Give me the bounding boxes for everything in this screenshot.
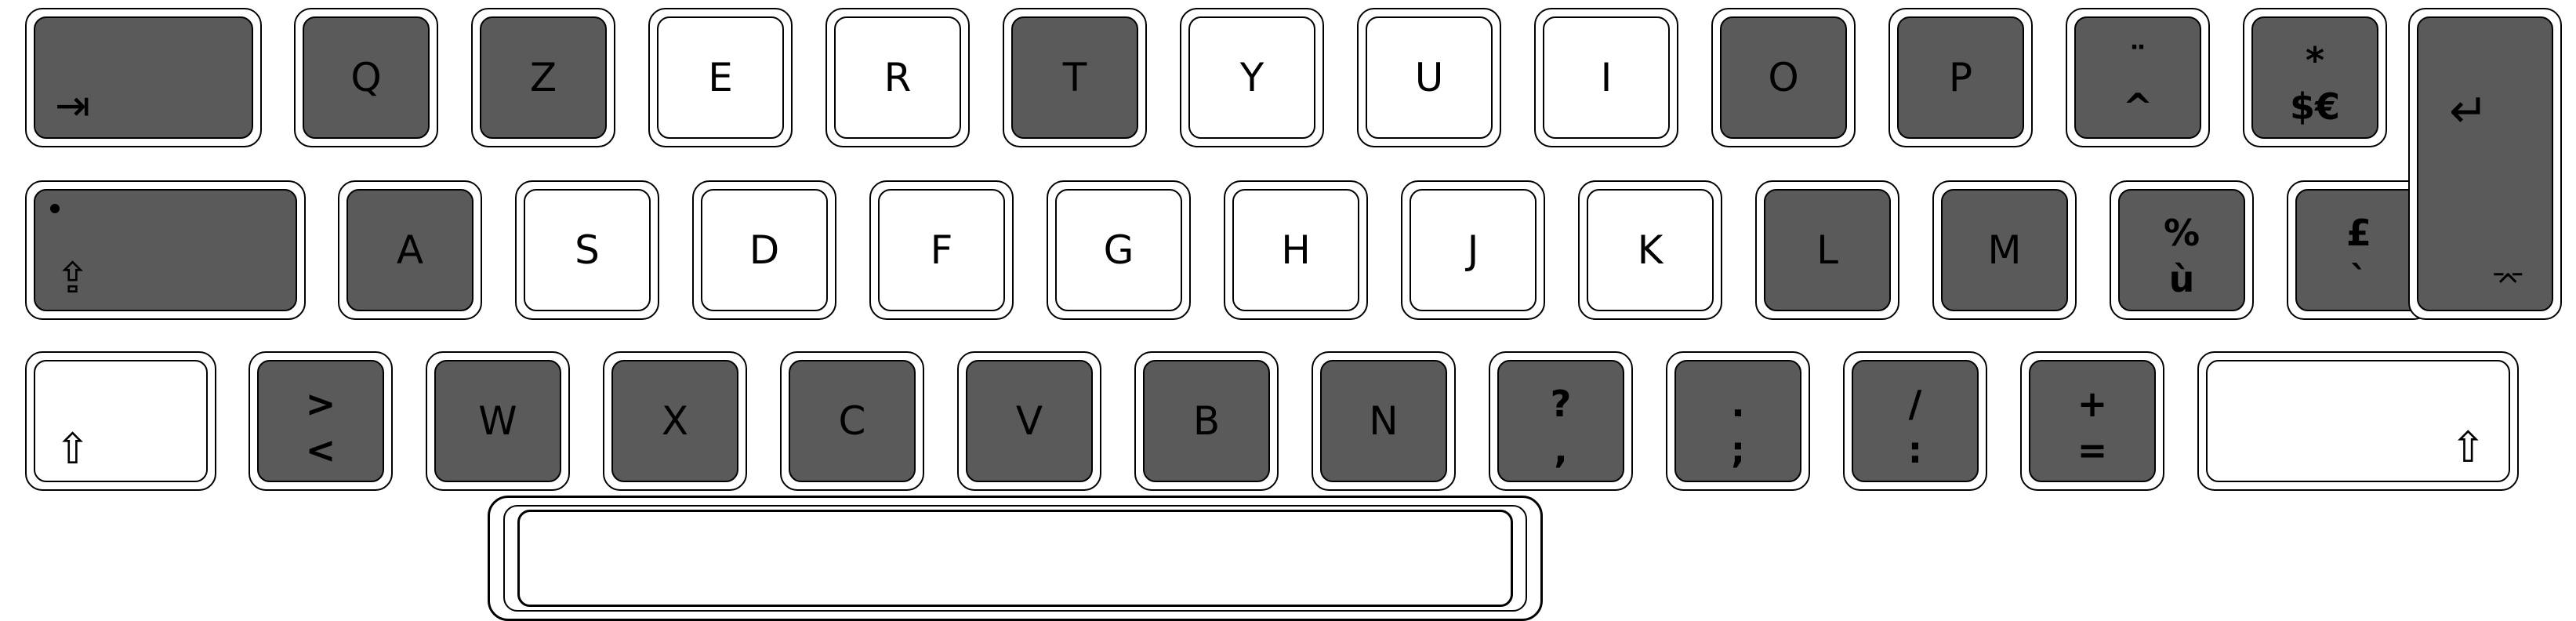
key-label: E xyxy=(708,55,733,100)
key-h[interactable]: H xyxy=(1224,180,1368,320)
key-w[interactable]: W xyxy=(426,351,570,491)
key-r[interactable]: R xyxy=(825,8,970,147)
key-label: J xyxy=(1467,227,1479,273)
key-slash[interactable]: /: xyxy=(1843,351,1987,491)
key-v[interactable]: V xyxy=(957,351,1101,491)
key-base-label: < xyxy=(305,429,336,472)
key-base-label: ^ xyxy=(2122,85,2153,129)
key-label: U xyxy=(1414,55,1444,100)
key-label: T xyxy=(1062,55,1087,100)
key-d[interactable]: D xyxy=(692,180,836,320)
key-p[interactable]: P xyxy=(1888,8,2033,147)
key-label: H xyxy=(1281,227,1311,273)
key-s[interactable]: S xyxy=(515,180,659,320)
key-label: D xyxy=(749,227,780,273)
tab-icon: ⇥ xyxy=(55,81,91,130)
key-shift-label: / xyxy=(1908,383,1922,426)
key-t[interactable]: T xyxy=(1003,8,1147,147)
key-label: M xyxy=(1987,227,2022,273)
key-label: Y xyxy=(1239,55,1264,100)
enter-icon: ⌤ xyxy=(2491,264,2524,296)
key-label: O xyxy=(1768,55,1799,100)
key-shift-label: + xyxy=(2077,383,2108,426)
key-label: Q xyxy=(350,55,382,100)
key-question[interactable]: ?, xyxy=(1489,351,1633,491)
key-label: G xyxy=(1103,227,1134,273)
key-a[interactable]: A xyxy=(338,180,482,320)
key-shift-label: ¨ xyxy=(2128,39,2147,82)
key-label: K xyxy=(1637,227,1664,273)
key-label: S xyxy=(575,227,600,273)
caps-lock-icon: ⇪ xyxy=(55,253,91,303)
key-e[interactable]: E xyxy=(648,8,793,147)
key-f[interactable]: F xyxy=(869,180,1014,320)
key-label: W xyxy=(478,398,517,444)
key-tab[interactable]: ⇥ xyxy=(25,8,262,147)
key-j[interactable]: J xyxy=(1401,180,1545,320)
key-shift-label: % xyxy=(2163,212,2200,255)
key-label: P xyxy=(1948,55,1973,100)
key-u[interactable]: U xyxy=(1357,8,1501,147)
key-plus[interactable]: + = xyxy=(2020,351,2164,491)
key-k[interactable]: K xyxy=(1578,180,1722,320)
key-l[interactable]: L xyxy=(1755,180,1899,320)
key-label: Z xyxy=(529,55,557,100)
key-ugrave[interactable]: % ù xyxy=(2110,180,2254,320)
key-label: I xyxy=(1600,55,1613,100)
shift-icon: ⇧ xyxy=(55,424,91,474)
key-shift-label: > xyxy=(305,383,336,426)
key-label: R xyxy=(883,55,912,100)
key-m[interactable]: M xyxy=(1932,180,2077,320)
key-base-label: = xyxy=(2077,429,2108,472)
key-lshift[interactable]: ⇧ xyxy=(25,351,216,491)
shift-icon: ⇧ xyxy=(2450,423,2486,472)
key-shift-label: * xyxy=(2305,39,2325,82)
key-i[interactable]: I xyxy=(1534,8,1678,147)
key-angle[interactable]: > < xyxy=(249,351,393,491)
key-g[interactable]: G xyxy=(1047,180,1191,320)
key-label: C xyxy=(838,398,866,444)
key-label: B xyxy=(1192,398,1221,444)
key-label: A xyxy=(396,227,424,273)
key-period[interactable]: .; xyxy=(1666,351,1810,491)
key-base-label: : xyxy=(1907,429,1923,472)
key-z[interactable]: Z xyxy=(471,8,615,147)
key-b[interactable]: B xyxy=(1134,351,1279,491)
key-base-label: , xyxy=(1554,429,1568,472)
key-label: V xyxy=(1015,398,1043,444)
return-icon: ↵ xyxy=(2449,84,2489,139)
key-shift-label: . xyxy=(1731,383,1745,426)
key-n[interactable]: N xyxy=(1312,351,1456,491)
key-rshift[interactable]: ⇧ xyxy=(2197,351,2519,491)
key-return[interactable]: ↵ ⌤ xyxy=(2408,8,2562,320)
key-label: F xyxy=(930,227,953,273)
key-y[interactable]: Y xyxy=(1180,8,1324,147)
key-label: L xyxy=(1816,227,1838,273)
key-base-label: ; xyxy=(1730,429,1746,472)
key-c[interactable]: C xyxy=(780,351,924,491)
key-q[interactable]: Q xyxy=(294,8,438,147)
caps-lock-indicator-icon xyxy=(50,204,60,213)
key-circumflex[interactable]: ¨ ^ xyxy=(2066,8,2210,147)
key-label: X xyxy=(661,398,689,444)
key-base-label: $€ xyxy=(2289,85,2340,129)
key-label: N xyxy=(1369,398,1399,444)
space-bar[interactable] xyxy=(488,496,1543,621)
key-shift-label: ? xyxy=(1550,383,1572,426)
key-capslock[interactable]: ⇪ xyxy=(25,180,306,320)
key-x[interactable]: X xyxy=(603,351,747,491)
key-o[interactable]: O xyxy=(1711,8,1856,147)
key-dollar[interactable]: * $€ xyxy=(2243,8,2387,147)
key-base-label: ù xyxy=(2168,258,2195,301)
